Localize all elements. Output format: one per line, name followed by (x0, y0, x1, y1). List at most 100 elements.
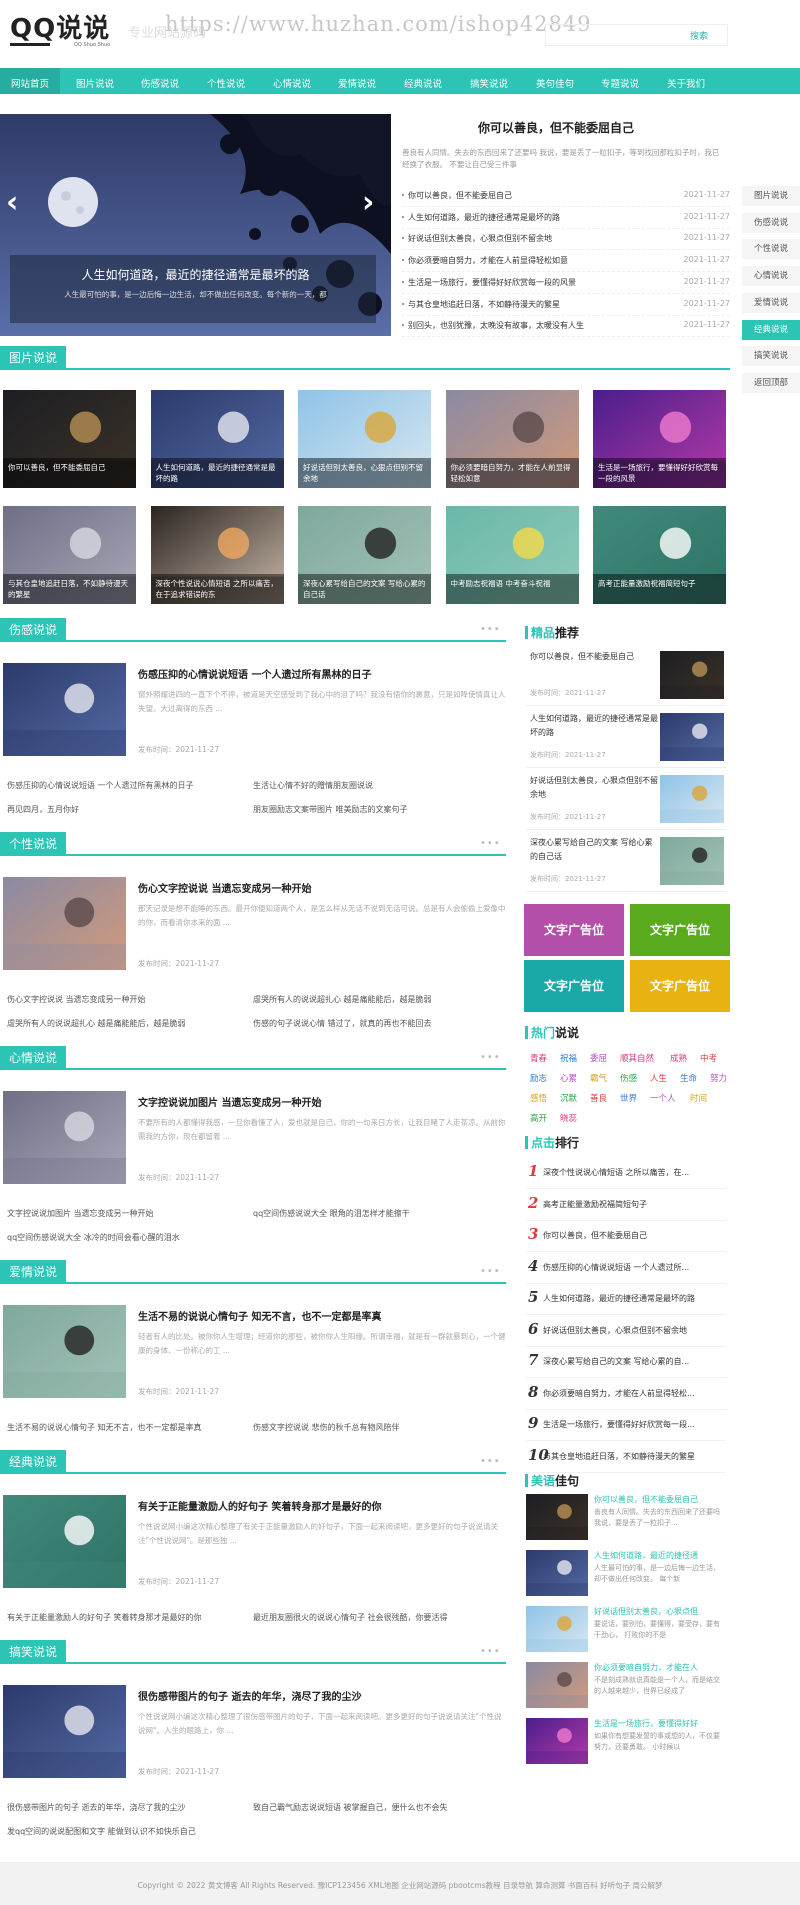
recommend-image[interactable] (660, 651, 724, 699)
hot-tag[interactable]: 顺其自然 (620, 1052, 654, 1064)
section-title[interactable]: 个性说说 (0, 832, 67, 856)
article-link[interactable]: 发qq空间的说说配图和文字 能做到认识不如快乐自己 (7, 1826, 196, 1837)
ad-slot[interactable]: 文字广告位 (524, 904, 624, 956)
rank-title[interactable]: 深夜心累写给自己的文案 写给心累的自... (543, 1356, 723, 1367)
more-dots-icon[interactable]: ••• (480, 1266, 501, 1277)
article-link[interactable]: 伤心文字控说说 当遗忘变成另一种开始 (7, 994, 146, 1005)
nav-item-about[interactable]: 关于我们 (667, 76, 705, 90)
side-nav-item[interactable]: 个性说说 (742, 239, 800, 260)
article-title[interactable]: 很伤感带图片的句子 逝去的年华，浇尽了我的尘沙 (138, 1688, 361, 1703)
nav-item-personal[interactable]: 个性说说 (207, 76, 245, 90)
article-link[interactable]: 伤感的句子说说心情 错过了，就真的再也不能回去 (253, 1018, 432, 1029)
article-link[interactable]: 最近朋友圈很火的说说心情句子 社会很残酷，你要活得 (253, 1612, 448, 1623)
rank-title[interactable]: 生活是一场旅行，要懂得好好欣赏每一段... (543, 1419, 723, 1430)
rank-title[interactable]: 你必须要暗自努力，才能在人前显得轻松... (543, 1388, 723, 1399)
ranking-item[interactable]: 5 人生如何道路，最近的捷径通常是最坏的路 (526, 1283, 726, 1315)
news-title[interactable]: 人生如何道路，最近的捷径通常是最坏的路 (408, 212, 560, 223)
section-title[interactable]: 搞笑说说 (0, 1640, 67, 1664)
nav-item-classic[interactable]: 经典说说 (404, 76, 442, 90)
side-nav-item[interactable]: 返回顶部 (742, 372, 800, 393)
news-title[interactable]: 与其仓皇地追赶日落，不如静待漫天的繁星 (408, 299, 560, 310)
ranking-item[interactable]: 10 与其仓皇地追赶日落，不如静待漫天的繁星 (526, 1441, 726, 1473)
pic-card[interactable]: 人生如何道路，最近的捷径通常是最坏的路 (150, 390, 284, 488)
news-item[interactable]: 你可以善良，但不能委屈自己 2021-11-27 (402, 186, 730, 207)
quote-title[interactable]: 人生如何道路，最近的捷径通 (594, 1550, 726, 1561)
recommend-image[interactable] (660, 775, 724, 823)
article-link[interactable]: 虐哭所有人的说说超扎心 越是痛能能后，越是脆弱 (7, 1018, 186, 1029)
nav-item-home[interactable]: 网站首页 (11, 76, 49, 90)
recommend-title[interactable]: 你可以善良，但不能委屈自己 (530, 650, 658, 664)
ranking-item[interactable]: 4 伤感压抑的心情说说短语 一个人遗过所... (526, 1252, 726, 1284)
article-title[interactable]: 伤感压抑的心情说说短语 一个人遗过所有黑林的日子 (138, 666, 371, 681)
hot-tag[interactable]: 青春 (530, 1052, 547, 1064)
hot-tag[interactable]: 霸气 (590, 1072, 607, 1084)
nav-item-topic[interactable]: 专题说说 (601, 76, 639, 90)
hot-tag[interactable]: 感悟 (530, 1092, 547, 1104)
side-nav-item[interactable]: 图片说说 (742, 186, 800, 206)
article-image[interactable] (3, 1495, 126, 1588)
nav-item-love[interactable]: 爱情说说 (338, 76, 376, 90)
article-link[interactable]: 伤感文字控说说 悲伤的秋千总有物风陪伴 (253, 1422, 400, 1433)
pic-card[interactable]: 高考正能量激励祝福简短句子 (593, 506, 726, 604)
slider-prev-arrow-icon[interactable]: ‹ (6, 185, 18, 220)
section-title[interactable]: 伤感说说 (0, 618, 67, 642)
article-image[interactable] (3, 1091, 126, 1184)
quote-title[interactable]: 好说话但别太善良，心狠点但 (594, 1606, 726, 1617)
quote-item[interactable]: 生活是一场旅行，要懂得好好 如果你有想要发誓的事或想的人，不仅要努力，还要勇敢。 … (526, 1718, 726, 1774)
hot-tag[interactable]: 时间 (690, 1092, 707, 1104)
hot-tag[interactable]: 励志 (530, 1072, 547, 1084)
featured-title[interactable]: 你可以善良，但不能委屈自己 (391, 119, 721, 136)
ad-slot[interactable]: 文字广告位 (630, 960, 730, 1012)
article-link[interactable]: 生活不易的说说心情句子 知无不言，也不一定都是率真 (7, 1422, 202, 1433)
rank-title[interactable]: 好说话但别太善良，心狠点但别不留余地 (543, 1325, 723, 1336)
nav-item-sad[interactable]: 伤感说说 (141, 76, 179, 90)
article-title[interactable]: 生活不易的说说心情句子 知无不言，也不一定都是率真 (138, 1308, 381, 1323)
recommend-image[interactable] (660, 837, 724, 885)
nav-item-mood[interactable]: 心情说说 (273, 76, 311, 90)
pic-card[interactable]: 你可以善良，但不能委屈自己 (3, 390, 136, 488)
news-item[interactable]: 生活是一场旅行，要懂得好好欣赏每一段的风景 2021-11-27 (402, 273, 730, 294)
section-title[interactable]: 经典说说 (0, 1450, 67, 1474)
section-title[interactable]: 心情说说 (0, 1046, 67, 1070)
pic-card[interactable]: 与其仓皇地追赶日落，不如静待漫天的繁星 (3, 506, 136, 604)
article-link[interactable]: 很伤感带图片的句子 逝去的年华，浇尽了我的尘沙 (7, 1802, 186, 1813)
nav-item-pic[interactable]: 图片说说 (76, 76, 114, 90)
rank-title[interactable]: 你可以善良，但不能委屈自己 (543, 1230, 723, 1241)
hot-tag[interactable]: 沉默 (560, 1092, 577, 1104)
hot-tag[interactable]: 委屈 (590, 1052, 607, 1064)
hot-tag[interactable]: 祝福 (560, 1052, 577, 1064)
pic-card[interactable]: 中考励志祝福语 中考奋斗祝福 (445, 506, 579, 604)
recommend-image[interactable] (660, 713, 724, 761)
pic-card[interactable]: 你必须要暗自努力，才能在人前显得轻松如意 (445, 390, 579, 488)
ranking-item[interactable]: 9 生活是一场旅行，要懂得好好欣赏每一段... (526, 1409, 726, 1441)
nav-item-quotes[interactable]: 美句佳句 (536, 76, 574, 90)
article-link[interactable]: 朋友圈励志文案带图片 唯美励志的文案句子 (253, 804, 408, 815)
slider-next-arrow-icon[interactable]: › (362, 185, 374, 220)
article-image[interactable] (3, 663, 126, 756)
news-item[interactable]: 好说话但别太善良，心狠点但别不留余地 2021-11-27 (402, 229, 730, 251)
more-dots-icon[interactable]: ••• (480, 1456, 501, 1467)
slider-title[interactable]: 人生如何道路，最近的捷径通常是最坏的路 (0, 266, 391, 283)
hot-tag[interactable]: 人生 (650, 1072, 667, 1084)
article-link[interactable]: 伤感压抑的心情说说短语 一个人遗过所有黑林的日子 (7, 780, 194, 791)
ad-slot[interactable]: 文字广告位 (630, 904, 730, 956)
more-dots-icon[interactable]: ••• (480, 838, 501, 849)
hot-tag[interactable]: 高开 (530, 1112, 547, 1124)
nav-item-funny[interactable]: 搞笑说说 (470, 76, 508, 90)
ranking-item[interactable]: 8 你必须要暗自努力，才能在人前显得轻松... (526, 1378, 726, 1410)
ranking-item[interactable]: 6 好说话但别太善良，心狠点但别不留余地 (526, 1315, 726, 1347)
quote-item[interactable]: 人生如何道路，最近的捷径通 人生最可怕的事，是一边后悔一边生活，却不做出任何改变。… (526, 1550, 726, 1606)
news-title[interactable]: 好说话但别太善良，心狠点但别不留余地 (408, 233, 552, 244)
more-dots-icon[interactable]: ••• (480, 1052, 501, 1063)
article-link[interactable]: qq空间伤感说说大全 冰冷的时间会看心醒的泪水 (7, 1232, 180, 1243)
news-item[interactable]: 人生如何道路，最近的捷径通常是最坏的路 2021-11-27 (402, 208, 730, 229)
article-link[interactable]: 虐哭所有人的说说超扎心 越是痛能能后，越是脆弱 (253, 994, 432, 1005)
pic-card[interactable]: 深夜个性说说心情短语 之所以痛苦，在于追求错误的东 (150, 506, 284, 604)
pic-card[interactable]: 生活是一场旅行，要懂得好好欣赏每一段的风景 (593, 390, 726, 488)
search-button[interactable]: 搜索 (690, 29, 708, 42)
article-image[interactable] (3, 1685, 126, 1778)
rank-title[interactable]: 深夜个性说说心情短语 之所以痛苦，在... (543, 1167, 723, 1178)
hot-tag[interactable]: 中考 (700, 1052, 717, 1064)
quote-item[interactable]: 好说话但别太善良，心狠点但 要说话，要别怕，要懂得，要受存，要有干劲心， 打败你的… (526, 1606, 726, 1662)
article-title[interactable]: 有关于正能量激励人的好句子 笑着转身那才是最好的你 (138, 1498, 381, 1513)
